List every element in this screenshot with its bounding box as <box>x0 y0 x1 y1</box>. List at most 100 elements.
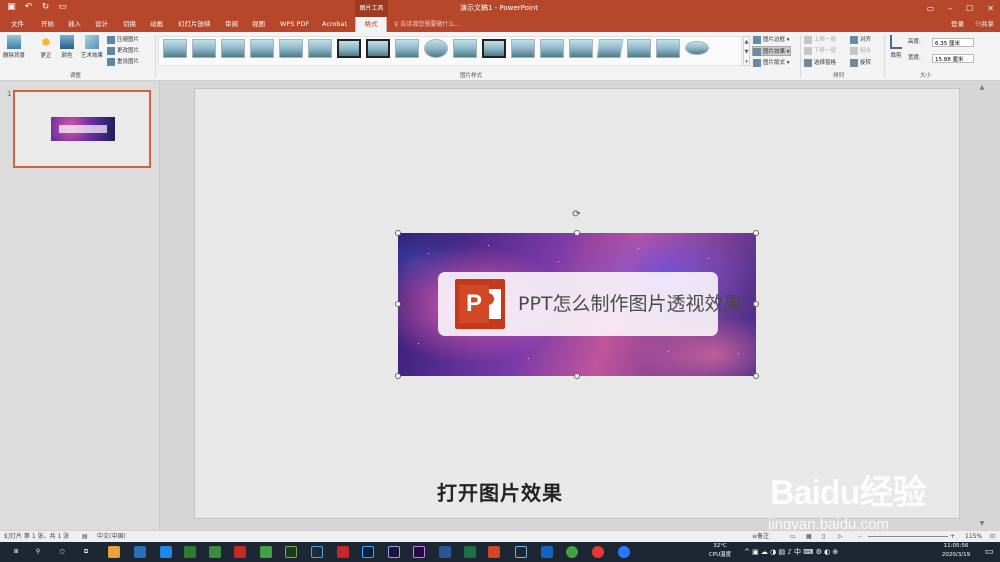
present-icon[interactable]: ▭ <box>57 2 68 13</box>
app-icon[interactable] <box>260 546 272 558</box>
width-input[interactable] <box>932 54 974 63</box>
tab-wps-pdf[interactable]: WPS PDF <box>278 17 311 32</box>
system-tray-icons[interactable]: ^ ▣ ☁ ◑ ▤ ♪ 中 ⌨ ⚙ ◐ ⊕ <box>744 542 924 562</box>
resize-handle-nw[interactable] <box>395 230 401 236</box>
gallery-scroll[interactable]: ▲ ▼ ▾ <box>743 36 750 66</box>
resize-handle-ne[interactable] <box>753 230 759 236</box>
banner-picture[interactable]: P PPT怎么制作图片透视效果 <box>398 233 756 376</box>
notification-icon[interactable]: ▭ <box>982 542 996 562</box>
tab-view[interactable]: 视图 <box>250 17 267 32</box>
height-input[interactable] <box>932 38 974 47</box>
chevron-up-icon[interactable]: ▲ <box>744 37 749 47</box>
remove-background-button[interactable]: 删除背景 <box>2 35 26 59</box>
redo-icon[interactable]: ↻ <box>40 2 51 13</box>
tab-transitions[interactable]: 切换 <box>121 17 138 32</box>
picture-style-thumb[interactable] <box>685 41 709 55</box>
rotate-handle-icon[interactable]: ⟳ <box>571 209 582 220</box>
fit-window-icon[interactable]: ⊡ <box>990 531 995 542</box>
picture-border-button[interactable]: 图片边框 ▾ <box>753 35 790 45</box>
picture-layout-button[interactable]: 图片版式 ▾ <box>753 58 790 68</box>
app-icon[interactable] <box>134 546 146 558</box>
slide-thumbnail[interactable] <box>13 90 151 168</box>
app-icon[interactable] <box>108 546 120 558</box>
picture-styles-gallery[interactable] <box>158 36 742 66</box>
acrobat-icon[interactable] <box>337 546 349 558</box>
picture-style-thumb[interactable] <box>192 39 216 58</box>
app-icon[interactable] <box>234 546 246 558</box>
picture-style-thumb[interactable] <box>366 39 390 58</box>
compress-pictures-button[interactable]: 压缩图片 <box>107 35 139 45</box>
ribbon-options-icon[interactable]: ▭ <box>927 0 935 17</box>
normal-view-icon[interactable]: ▭ <box>790 531 796 542</box>
resize-handle-s[interactable] <box>574 373 580 379</box>
app-icon[interactable] <box>541 546 553 558</box>
reset-picture-button[interactable]: 重设图片 <box>107 57 139 67</box>
reading-view-icon[interactable]: ▯ <box>822 531 825 542</box>
app-icon[interactable] <box>515 546 527 558</box>
wechat-icon[interactable] <box>566 546 578 558</box>
vertical-scrollbar[interactable]: ▲ ▼ <box>975 82 989 530</box>
powerpoint-taskbar-icon[interactable] <box>488 546 500 558</box>
language-status[interactable]: 中文(中国) <box>97 531 126 542</box>
windows-start-icon[interactable]: ⊞ <box>10 546 22 558</box>
scroll-down-icon[interactable]: ▼ <box>978 520 986 528</box>
search-icon[interactable]: ⚲ <box>32 546 44 558</box>
spellcheck-icon[interactable]: ▤ <box>82 531 88 542</box>
color-button[interactable]: 颜色 <box>55 35 79 59</box>
scroll-up-icon[interactable]: ▲ <box>978 84 986 92</box>
picture-style-thumb[interactable] <box>627 39 651 58</box>
picture-style-thumb[interactable] <box>540 39 564 58</box>
cortana-icon[interactable]: ○ <box>56 546 68 558</box>
resize-handle-sw[interactable] <box>395 373 401 379</box>
picture-style-thumb[interactable] <box>337 39 361 58</box>
tab-design[interactable]: 设计 <box>93 17 110 32</box>
save-icon[interactable]: ▣ <box>6 2 17 13</box>
tab-home[interactable]: 开始 <box>39 17 56 32</box>
group-button[interactable]: 组合 <box>850 46 871 56</box>
close-button[interactable]: ✕ <box>987 0 994 17</box>
maximize-button[interactable]: ☐ <box>966 0 973 17</box>
slideshow-view-icon[interactable]: ▷ <box>838 531 843 542</box>
gallery-more-icon[interactable]: ▾ <box>744 57 749 67</box>
clock[interactable]: 11:05:56 2020/3/19 <box>936 542 976 562</box>
tab-insert[interactable]: 插入 <box>66 17 83 32</box>
picture-style-thumb[interactable] <box>308 39 332 58</box>
artistic-effects-button[interactable]: 艺术效果 <box>79 35 105 59</box>
tab-animations[interactable]: 动画 <box>148 17 165 32</box>
picture-style-thumb[interactable] <box>511 39 535 58</box>
tab-format[interactable]: 格式 <box>355 17 387 32</box>
notes-button[interactable]: ≡ 备注 <box>752 531 769 542</box>
minimize-button[interactable]: – <box>948 0 952 17</box>
align-button[interactable]: 对齐 <box>850 35 871 45</box>
resize-handle-e[interactable] <box>753 301 759 307</box>
task-view-icon[interactable]: ⧉ <box>80 546 92 558</box>
share-button[interactable]: ⚇共享 <box>975 17 994 32</box>
slide-sorter-icon[interactable]: ▦ <box>806 531 812 542</box>
selection-pane-button[interactable]: 选择窗格 <box>804 58 836 68</box>
word-icon[interactable] <box>439 546 451 558</box>
picture-style-thumb[interactable] <box>453 39 477 58</box>
zoom-in-icon[interactable]: + <box>950 531 955 542</box>
tab-review[interactable]: 审阅 <box>223 17 240 32</box>
zoom-out-icon[interactable]: – <box>858 531 861 542</box>
crop-button[interactable]: 裁剪 <box>887 35 905 59</box>
bring-forward-button[interactable]: 上移一层 <box>804 35 836 45</box>
excel-icon[interactable] <box>464 546 476 558</box>
undo-icon[interactable]: ↶ <box>23 2 34 13</box>
send-backward-button[interactable]: 下移一层 <box>804 46 836 56</box>
zoom-level[interactable]: 115% <box>965 531 982 542</box>
picture-style-thumb[interactable] <box>424 39 448 58</box>
resize-handle-n[interactable] <box>574 230 580 236</box>
tell-me-box[interactable]: ♀ 告诉我您想要做什么... <box>394 17 460 32</box>
photoshop-icon[interactable] <box>362 546 374 558</box>
login-link[interactable]: 登录 <box>951 17 964 32</box>
picture-style-thumb[interactable] <box>656 39 680 58</box>
change-picture-button[interactable]: 更改图片 <box>107 46 139 56</box>
after-effects-icon[interactable] <box>388 546 400 558</box>
picture-style-thumb[interactable] <box>569 39 593 58</box>
picture-style-thumb[interactable] <box>596 39 624 58</box>
rotate-button[interactable]: 旋转 <box>850 58 871 68</box>
tab-file[interactable]: 文件 <box>9 17 26 32</box>
tab-acrobat[interactable]: Acrobat <box>320 17 349 32</box>
app-icon[interactable] <box>184 546 196 558</box>
